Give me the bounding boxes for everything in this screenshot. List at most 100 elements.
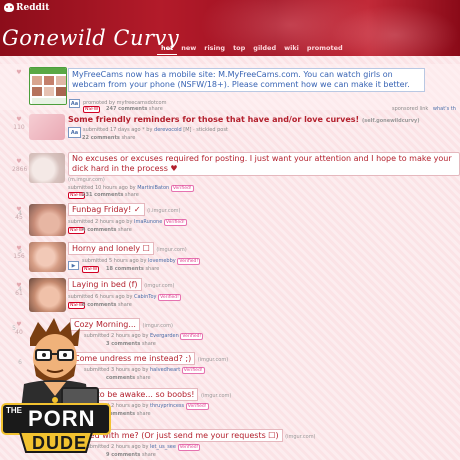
- post-thumbnail[interactable]: [29, 153, 65, 183]
- share-link[interactable]: share: [118, 302, 132, 308]
- share-link[interactable]: share: [118, 227, 132, 233]
- post-buttons: 9 comments share: [106, 452, 156, 458]
- post-domain-line: (m.imgur.com): [68, 177, 105, 183]
- share-link[interactable]: share: [142, 452, 156, 458]
- post-title-text: No excuses or excuses required for posti…: [72, 154, 452, 173]
- tab-promoted[interactable]: promoted: [303, 43, 347, 55]
- post-title-text: Laying in bed (f): [68, 278, 142, 291]
- mascot-text-porn: PORN: [28, 406, 96, 431]
- ad-thumbnail[interactable]: [29, 67, 67, 105]
- post-author[interactable]: CabinToy: [134, 294, 157, 300]
- post-score: 110: [13, 124, 25, 131]
- post-title-text: Some friendly reminders for those that h…: [68, 115, 360, 124]
- tab-wiki[interactable]: wiki: [280, 43, 303, 55]
- verified-flair: Verified!: [180, 333, 204, 340]
- post-author[interactable]: thruyprincess: [150, 403, 184, 409]
- post-item: 4 ♥ 45 Funbag Friday! ✓ (i.imgur.com) su…: [0, 203, 460, 240]
- comments-link[interactable]: 4 comments: [82, 227, 116, 233]
- heart-upvote-icon[interactable]: ♥: [12, 245, 26, 253]
- comments-link[interactable]: 18 comments: [106, 266, 144, 272]
- post-author[interactable]: Evergarden: [150, 333, 179, 339]
- share-link[interactable]: share: [142, 341, 156, 347]
- reddit-alien-icon: [4, 3, 14, 12]
- mascot-text-dude: DUDE: [32, 433, 88, 453]
- post-domain[interactable]: (m.imgur.com): [68, 177, 105, 183]
- vote-column: ♥ 110: [12, 116, 26, 132]
- heart-upvote-icon[interactable]: ♥: [12, 116, 26, 124]
- tab-gilded[interactable]: gilded: [249, 43, 280, 55]
- post-domain[interactable]: (imgur.com): [144, 283, 174, 289]
- heart-upvote-icon[interactable]: ♥: [12, 158, 26, 166]
- tagline-text: submitted 2 hours ago by: [68, 219, 133, 225]
- share-link[interactable]: share: [145, 266, 159, 272]
- post-buttons: 6 comments share: [82, 302, 132, 308]
- post-author[interactable]: MartiniBaton: [137, 185, 169, 191]
- tab-rising[interactable]: rising: [200, 43, 229, 55]
- comments-link[interactable]: 22 comments: [82, 135, 120, 141]
- vote-column: ♥ 61: [12, 282, 26, 298]
- verified-flair: Verified!: [177, 258, 201, 265]
- comments-link[interactable]: 231 comments: [82, 192, 123, 198]
- post-domain[interactable]: (imgur.com): [156, 247, 186, 253]
- sort-tabs: hot new rising top gilded wiki promoted: [157, 43, 347, 55]
- tagline-text: submitted 6 hours ago by: [68, 294, 133, 300]
- share-link[interactable]: share: [137, 375, 151, 381]
- share-link[interactable]: share: [125, 192, 139, 198]
- heart-upvote-icon[interactable]: ♥: [12, 206, 26, 214]
- post-author[interactable]: let_us_see: [150, 444, 176, 450]
- self-post-icon: Aa: [69, 99, 80, 108]
- post-author[interactable]: halvedheart: [150, 367, 180, 373]
- tab-hot[interactable]: hot: [157, 43, 178, 55]
- post-title-text: Horny and lonely ☐: [68, 242, 154, 255]
- post-score: 156: [13, 253, 25, 260]
- vote-column: ♥ 156: [12, 245, 26, 261]
- post-domain[interactable]: (imgur.com): [285, 434, 315, 440]
- ad-title[interactable]: MyFreeCams now has a mobile site: M.MyFr…: [68, 68, 425, 92]
- post-title[interactable]: Horny and lonely ☐ (imgur.com): [68, 242, 187, 255]
- share-link[interactable]: share: [137, 411, 151, 417]
- play-icon[interactable]: ▶: [68, 261, 79, 270]
- post-score: 45: [15, 214, 23, 221]
- nsfw-badge: NSFW: [82, 266, 100, 273]
- tab-top[interactable]: top: [229, 43, 249, 55]
- post-domain[interactable]: (imgur.com): [143, 323, 173, 329]
- post-buttons: 3 comments share: [106, 341, 156, 347]
- post-title[interactable]: No excuses or excuses required for posti…: [68, 152, 460, 176]
- comments-link[interactable]: 6 comments: [82, 302, 116, 308]
- post-score: 61: [15, 290, 23, 297]
- post-domain[interactable]: (imgur.com): [198, 357, 228, 363]
- post-score: 2866: [12, 166, 28, 173]
- post-domain[interactable]: (self.gonewildcurvy): [362, 118, 420, 124]
- post-title[interactable]: Laying in bed (f) (imgur.com): [68, 278, 174, 291]
- subreddit-header: Reddit Gonewild Curvy hot new rising top…: [0, 0, 460, 56]
- share-link[interactable]: share: [121, 135, 135, 141]
- post-title[interactable]: Some friendly reminders for those that h…: [68, 115, 420, 124]
- post-thumbnail[interactable]: [29, 278, 66, 312]
- post-domain[interactable]: (i.imgur.com): [147, 208, 180, 214]
- verified-flair: Verified!: [177, 444, 201, 451]
- post-author[interactable]: ImaRunone: [134, 219, 162, 225]
- post-thumbnail[interactable]: [29, 114, 65, 140]
- post-author[interactable]: lovemebby: [148, 258, 176, 264]
- post-buttons: comments share: [106, 411, 151, 417]
- self-post-icon: Aa: [68, 127, 81, 138]
- post-tagline: submitted 5 hours ago by lovemebby Verif…: [82, 258, 201, 265]
- vote-column: ♥: [12, 69, 26, 77]
- site-name: Reddit: [16, 3, 50, 13]
- post-buttons: 4 comments share: [82, 227, 132, 233]
- post-title[interactable]: Funbag Friday! ✓ (i.imgur.com): [68, 203, 181, 216]
- tagline-text: submitted 10 hours ago by: [68, 185, 136, 191]
- post-thumbnail[interactable]: [29, 204, 66, 236]
- post-item: ♥ 110 Some friendly reminders for those …: [0, 111, 460, 149]
- tab-new[interactable]: new: [177, 43, 200, 55]
- post-thumbnail[interactable]: [29, 242, 66, 272]
- porn-dude-mascot[interactable]: THE PORN DUDE: [0, 318, 112, 460]
- heart-upvote-icon[interactable]: ♥: [12, 69, 26, 77]
- post-author[interactable]: derevocold: [154, 127, 182, 133]
- verified-flair: Verified!: [181, 367, 205, 374]
- post-buttons: 231 comments share: [82, 192, 139, 198]
- heart-upvote-icon[interactable]: ♥: [12, 282, 26, 290]
- reddit-logo[interactable]: Reddit: [4, 3, 49, 13]
- subreddit-title[interactable]: Gonewild Curvy: [2, 26, 179, 50]
- post-domain[interactable]: (imgur.com): [201, 393, 231, 399]
